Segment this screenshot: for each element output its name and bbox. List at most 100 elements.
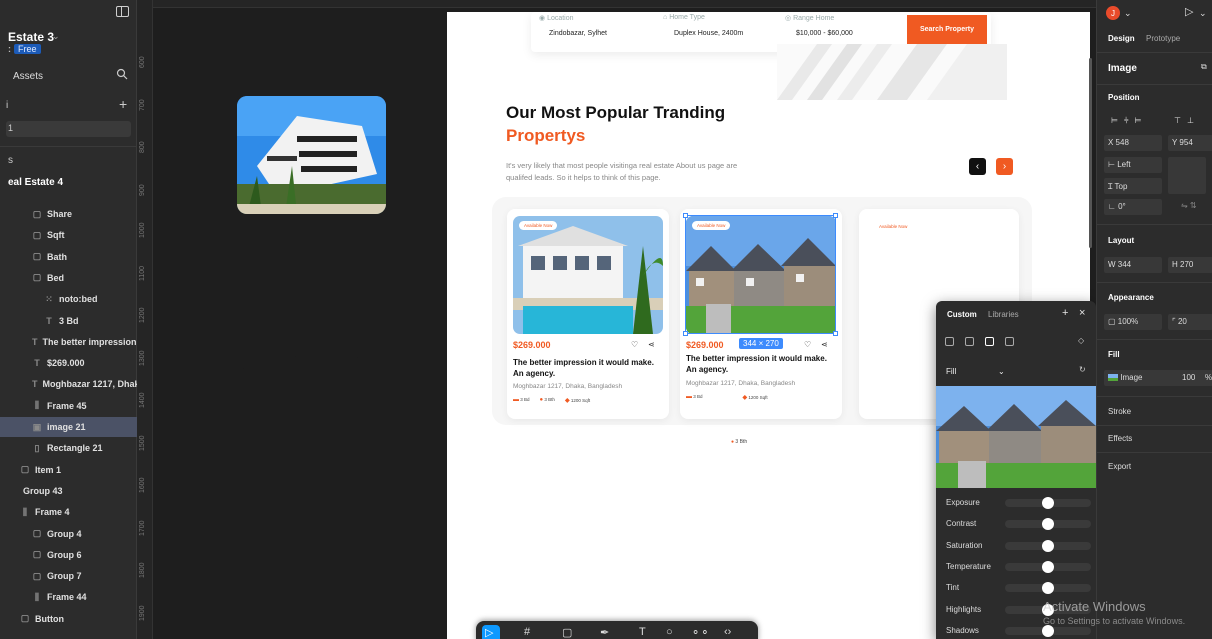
selection-box[interactable] bbox=[685, 215, 836, 334]
video-fill-icon[interactable] bbox=[1005, 337, 1014, 346]
resize-handle[interactable] bbox=[683, 331, 688, 336]
add-page-icon[interactable]: + bbox=[119, 96, 127, 112]
dev-mode-icon[interactable]: ‹› bbox=[724, 626, 731, 639]
distribute-icons[interactable]: ⊤⊥ bbox=[1174, 116, 1200, 125]
layer-group-7[interactable]: ▢ Group 7 bbox=[0, 566, 137, 586]
pen-tool-icon[interactable]: ✒ bbox=[600, 626, 609, 639]
adjustment-slider[interactable] bbox=[1005, 624, 1091, 637]
carousel-next-button[interactable]: › bbox=[996, 158, 1013, 175]
comment-tool-icon[interactable]: ○ bbox=[666, 626, 673, 639]
effects-label[interactable]: Effects bbox=[1108, 434, 1132, 443]
flip-icons[interactable]: ⇋ ⇅ bbox=[1181, 201, 1197, 210]
search-icon[interactable] bbox=[116, 68, 128, 80]
layer-the-better-impression-it[interactable]: T The better impression it bbox=[0, 332, 137, 352]
slider-knob[interactable] bbox=[1042, 560, 1054, 573]
actions-icon[interactable]: ⚬⚬ bbox=[691, 626, 709, 639]
layer-group-43[interactable]: Group 43 bbox=[0, 481, 137, 501]
tab-prototype[interactable]: Prototype bbox=[1146, 34, 1180, 43]
adjustment-slider[interactable] bbox=[1005, 518, 1091, 531]
layer-sqft[interactable]: ▢ Sqft bbox=[0, 225, 137, 245]
resize-handle[interactable] bbox=[683, 213, 688, 218]
height-input[interactable]: H 270 bbox=[1168, 257, 1212, 273]
vertical-constraint-select[interactable]: Ɪ Top bbox=[1104, 178, 1162, 194]
image-fill-icon[interactable] bbox=[985, 337, 994, 346]
layer-moghbazar-1217-dhaka[interactable]: T Moghbazar 1217, Dhaka, bbox=[0, 374, 137, 394]
layer-image-21[interactable]: ▣ image 21 bbox=[0, 417, 137, 437]
text-tool-icon[interactable]: T bbox=[639, 626, 646, 639]
range-value[interactable]: $10,000 - $60,000 bbox=[796, 30, 853, 37]
tab-libraries[interactable]: Libraries bbox=[988, 310, 1019, 319]
layer-noto-bed[interactable]: ⁙ noto:bed bbox=[0, 289, 137, 309]
layer-3-bd[interactable]: T 3 Bd bbox=[0, 311, 137, 331]
share-icon[interactable]: ⋖ bbox=[648, 340, 655, 349]
layer-bath[interactable]: ▢ Bath bbox=[0, 247, 137, 267]
chevron-down-icon[interactable]: ⌄ bbox=[1124, 8, 1132, 19]
tab-custom[interactable]: Custom bbox=[947, 310, 977, 319]
chevron-down-icon[interactable]: ⌄ bbox=[52, 31, 60, 42]
page-item-selected[interactable]: 1 bbox=[6, 121, 131, 137]
constraint-widget[interactable] bbox=[1168, 157, 1206, 194]
y-position-input[interactable]: Y 954 bbox=[1168, 135, 1212, 151]
property-image[interactable]: Available Now bbox=[513, 216, 663, 334]
resize-handle[interactable] bbox=[833, 213, 838, 218]
rotate-icon[interactable]: ↻ bbox=[1079, 365, 1086, 374]
adjustment-slider[interactable] bbox=[1005, 560, 1091, 573]
layer-frame-45[interactable]: ⫼ Frame 45 bbox=[0, 396, 137, 416]
align-icons[interactable]: ⊨⫩⊨ bbox=[1111, 116, 1148, 126]
opacity-input[interactable]: ▢ 100% bbox=[1104, 314, 1162, 330]
heart-icon[interactable]: ♡ bbox=[804, 340, 811, 349]
floating-bath-meta[interactable]: ● 3 Bth bbox=[731, 439, 747, 445]
heart-icon[interactable]: ♡ bbox=[631, 340, 638, 349]
present-icon[interactable]: ▷ bbox=[1185, 5, 1193, 18]
adjustment-slider[interactable] bbox=[1005, 497, 1091, 509]
blend-icon[interactable]: ◇ bbox=[1078, 336, 1084, 345]
close-icon[interactable]: × bbox=[1079, 307, 1085, 319]
rectangle-tool-icon[interactable]: ▢ bbox=[562, 626, 572, 639]
cursor-icon[interactable]: ▷ bbox=[485, 626, 493, 639]
layer-root-frame[interactable]: eal Estate 4 bbox=[8, 177, 63, 188]
slider-knob[interactable] bbox=[1042, 497, 1054, 509]
chevron-down-icon[interactable]: ⌄ bbox=[1199, 8, 1207, 19]
resize-handle[interactable] bbox=[833, 331, 838, 336]
home-type-value[interactable]: Duplex House, 2400m bbox=[674, 30, 743, 37]
location-value[interactable]: Zindobazar, Sylhet bbox=[549, 30, 607, 37]
slider-knob[interactable] bbox=[1042, 518, 1054, 531]
slider-knob[interactable] bbox=[1042, 582, 1054, 595]
file-title[interactable]: Estate 3 bbox=[8, 30, 54, 44]
layer-share[interactable]: ▢ Share bbox=[0, 204, 137, 224]
rotation-input[interactable]: ∟ 0° bbox=[1104, 199, 1162, 215]
x-position-input[interactable]: X 548 bbox=[1104, 135, 1162, 151]
fill-image-preview[interactable] bbox=[936, 386, 1096, 488]
tab-design[interactable]: Design bbox=[1108, 34, 1135, 43]
carousel-prev-button[interactable]: ‹ bbox=[969, 158, 986, 175]
horizontal-constraint-select[interactable]: ⊢ Left bbox=[1104, 157, 1162, 173]
adjustment-slider[interactable] bbox=[1005, 582, 1091, 595]
layer-frame-44[interactable]: ⫼ Frame 44 bbox=[0, 587, 137, 607]
export-label[interactable]: Export bbox=[1108, 462, 1131, 471]
avatar[interactable]: J bbox=[1106, 6, 1120, 20]
layer-button[interactable]: ▢ Button bbox=[0, 609, 137, 629]
layer-frame-4[interactable]: ⫼ Frame 4 bbox=[0, 502, 137, 522]
villa-image[interactable] bbox=[237, 96, 386, 214]
fill-mode-select[interactable]: Fill ⌄ bbox=[942, 363, 1060, 380]
crop-icon[interactable]: ⧉ bbox=[1201, 62, 1207, 72]
scrollbar[interactable] bbox=[1089, 58, 1092, 248]
assets-tab[interactable]: Assets bbox=[13, 71, 43, 82]
solid-fill-icon[interactable] bbox=[945, 337, 954, 346]
slider-knob[interactable] bbox=[1042, 624, 1054, 637]
gradient-fill-icon[interactable] bbox=[965, 337, 974, 346]
layer-bed[interactable]: ▢ Bed bbox=[0, 268, 137, 288]
layer-group-4[interactable]: ▢ Group 4 bbox=[0, 524, 137, 544]
frame-tool-icon[interactable]: # bbox=[524, 626, 530, 639]
width-input[interactable]: W 344 bbox=[1104, 257, 1162, 273]
layer-269-000[interactable]: T $269.000 bbox=[0, 353, 137, 373]
share-icon[interactable]: ⋖ bbox=[821, 340, 828, 349]
add-icon[interactable]: + bbox=[1062, 307, 1068, 319]
adjustment-slider[interactable] bbox=[1005, 539, 1091, 552]
canvas-orphan-text[interactable]: The better impression it would make. An a… bbox=[225, 350, 372, 372]
slider-knob[interactable] bbox=[1042, 539, 1054, 552]
layer-group-6[interactable]: ▢ Group 6 bbox=[0, 545, 137, 565]
property-card[interactable]: Available Now $269.000 ♡ ⋖ The better im… bbox=[507, 209, 669, 419]
layer-item-1[interactable]: ▢ Item 1 bbox=[0, 460, 137, 480]
stroke-label[interactable]: Stroke bbox=[1108, 407, 1131, 416]
